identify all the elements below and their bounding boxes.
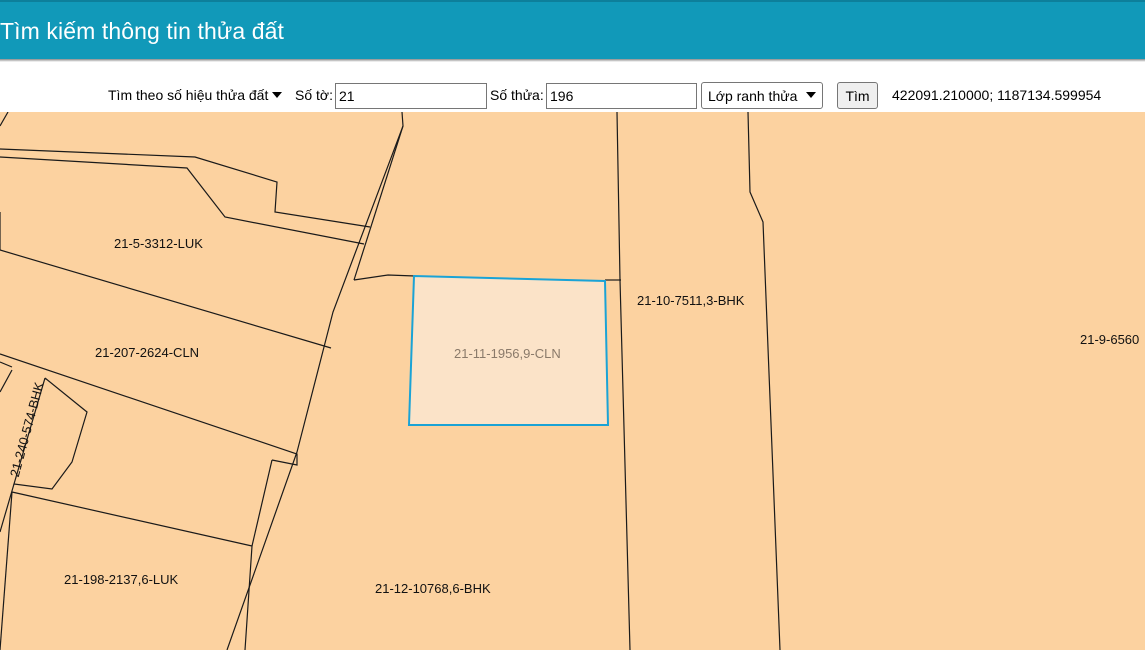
parcel-label-21-207-2624[interactable]: 21-207-2624-CLN bbox=[95, 345, 199, 360]
parcel-label-21-11-1956[interactable]: 21-11-1956,9-CLN bbox=[454, 346, 561, 361]
boundary-line bbox=[226, 112, 404, 650]
app-header: Tìm kiếm thông tin thửa đất bbox=[0, 0, 1145, 59]
map-canvas[interactable]: 21-5-3312-LUK 21-207-2624-CLN 21-240-574… bbox=[0, 112, 1145, 650]
boundary-line bbox=[616, 112, 631, 650]
sheet-number-input[interactable] bbox=[335, 83, 487, 109]
search-toolbar: Tìm theo số hiệu thửa đất Số tờ: Số thửa… bbox=[0, 62, 1145, 112]
boundary-line bbox=[0, 483, 15, 533]
boundary-line bbox=[0, 249, 332, 349]
page-title: Tìm kiếm thông tin thửa đất bbox=[0, 18, 285, 44]
parcel-boundaries bbox=[0, 112, 781, 650]
boundary-line bbox=[353, 274, 416, 281]
chevron-down-icon bbox=[806, 92, 816, 98]
parcel-label-21-9-6560[interactable]: 21-9-6560 bbox=[1080, 332, 1139, 347]
boundary-line bbox=[0, 156, 365, 245]
boundary-line bbox=[11, 491, 253, 650]
sheet-label: Số tờ: bbox=[295, 87, 333, 103]
boundary-line bbox=[353, 125, 404, 281]
boundary-line bbox=[0, 361, 13, 368]
parcel-label-21-12-10768[interactable]: 21-12-10768,6-BHK bbox=[375, 581, 491, 596]
parcel-number-input[interactable] bbox=[546, 83, 697, 109]
parcel-label: Số thửa: bbox=[490, 87, 544, 103]
boundary-line bbox=[0, 491, 13, 650]
boundary-line bbox=[747, 112, 781, 650]
parcel-label-21-198-2137[interactable]: 21-198-2137,6-LUK bbox=[64, 572, 178, 587]
search-mode-select[interactable]: Tìm theo số hiệu thửa đất bbox=[108, 84, 283, 106]
parcel-label-21-10-7511[interactable]: 21-10-7511,3-BHK bbox=[637, 293, 744, 308]
boundary-line bbox=[0, 369, 13, 393]
layer-select-value: Lớp ranh thửa bbox=[708, 87, 798, 104]
boundary-line bbox=[0, 112, 9, 127]
coordinate-readout: 422091.210000; 1187134.599954 bbox=[892, 87, 1102, 103]
layer-select[interactable]: Lớp ranh thửa bbox=[701, 82, 823, 109]
chevron-down-icon bbox=[272, 92, 283, 98]
boundary-line bbox=[251, 459, 273, 547]
boundary-line bbox=[0, 353, 298, 466]
search-button[interactable]: Tìm bbox=[837, 82, 878, 109]
search-mode-label: Tìm theo số hiệu thửa đất bbox=[108, 87, 269, 103]
parcel-label-21-5-3312[interactable]: 21-5-3312-LUK bbox=[114, 236, 203, 251]
